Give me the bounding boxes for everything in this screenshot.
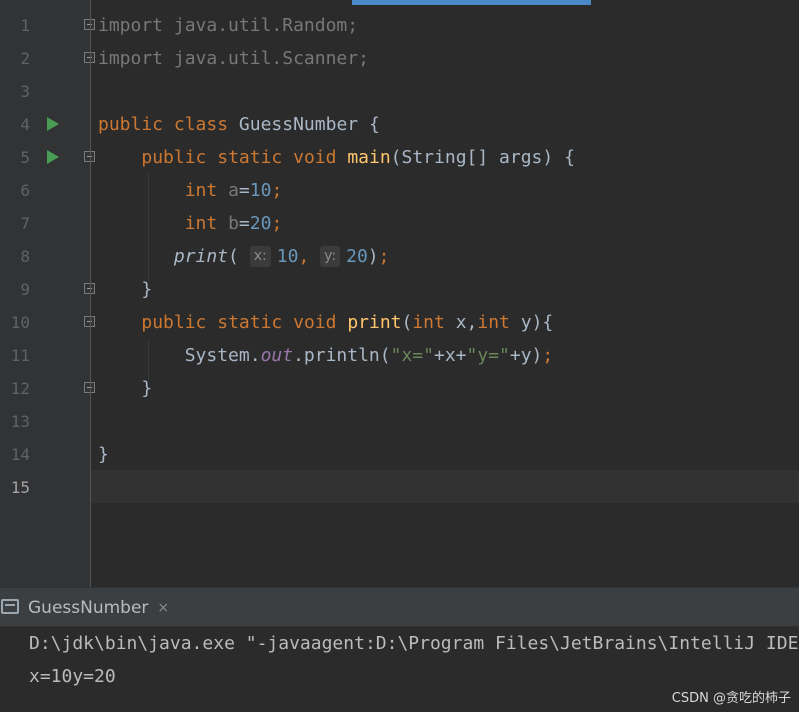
code-line-1: import java.util.Random; (98, 9, 575, 42)
keyword: static (217, 312, 283, 333)
static-field: out (260, 345, 294, 366)
keyword: class (173, 114, 229, 135)
semicolon: ; (271, 180, 283, 201)
editor-gutter: 1 2 3 4 5 6 7 8 9 10 11 12 13 14 15 (0, 0, 95, 587)
method-params: (String[] args) { (390, 147, 575, 168)
brace: { (368, 114, 380, 135)
code-line-9: } (98, 273, 575, 306)
editor-scroll-indicator[interactable] (352, 0, 591, 5)
line-number: 2 (20, 49, 30, 68)
code-area[interactable]: import java.util.Random; import java.uti… (98, 9, 575, 504)
expression: +y) (509, 345, 543, 366)
brace: } (98, 444, 109, 465)
paren: ) (367, 246, 379, 267)
line-number: 8 (20, 247, 30, 266)
keyword: static (217, 147, 283, 168)
type-keyword: int (184, 180, 218, 201)
console-icon (1, 599, 19, 614)
param-hint-y: y: (320, 246, 341, 267)
run-tab-guessnumber[interactable]: GuessNumber × (0, 588, 177, 627)
semicolon: ; (271, 213, 283, 234)
string-literal: "y=" (466, 345, 510, 366)
keyword: public (98, 114, 164, 135)
method-name: print (347, 312, 402, 333)
number-literal: 10 (276, 246, 299, 267)
import-path: java.util.Random; (163, 15, 359, 36)
method-name: main (347, 147, 391, 168)
operator: = (238, 213, 250, 234)
line-number: 6 (20, 181, 30, 200)
type-keyword: int (412, 312, 445, 333)
number-literal: 10 (249, 180, 272, 201)
code-line-12: } (98, 372, 575, 405)
number-literal: 20 (346, 246, 368, 267)
keyword: void (293, 147, 337, 168)
variable-name: b (228, 213, 239, 234)
class-name: GuessNumber (238, 114, 359, 135)
line-number-current: 15 (10, 478, 30, 497)
semicolon: ; (542, 345, 554, 366)
code-editor[interactable]: 1 2 3 4 5 6 7 8 9 10 11 12 13 14 15 impo… (0, 0, 799, 587)
import-keyword: import (98, 15, 164, 36)
semicolon: ; (378, 246, 390, 267)
line-number: 7 (20, 214, 30, 233)
line-number: 4 (20, 115, 30, 134)
string-literal: "x=" (390, 345, 434, 366)
brace: } (141, 279, 153, 300)
expression: +x+ (433, 345, 467, 366)
code-line-4: public class GuessNumber { (98, 108, 575, 141)
variable-name: a (228, 180, 239, 201)
paren: ( (401, 312, 413, 333)
code-line-10: public static void print(int x,int y){ (98, 306, 575, 339)
code-line-8: print( x: 10, y: 20); (98, 240, 575, 273)
operator: = (238, 180, 250, 201)
console-output[interactable]: D:\jdk\bin\java.exe "-javaagent:D:\Progr… (0, 627, 799, 712)
run-tab-label: GuessNumber (28, 597, 149, 618)
number-literal: 20 (249, 213, 272, 234)
import-path: java.util.Scanner; (163, 48, 369, 69)
run-class-icon[interactable] (47, 117, 59, 131)
brace: } (141, 378, 153, 399)
line-number: 11 (10, 346, 30, 365)
close-icon[interactable]: × (157, 600, 169, 616)
code-line-5: public static void main(String[] args) { (98, 141, 575, 174)
class-ref: System. (184, 345, 261, 366)
line-number: 9 (20, 280, 30, 299)
method-ref: .println( (293, 345, 391, 366)
code-line-7: int b=20; (98, 207, 575, 240)
code-line-6: int a=10; (98, 174, 575, 207)
type-keyword: int (184, 213, 218, 234)
line-number: 14 (10, 445, 30, 464)
type-keyword: int (477, 312, 510, 333)
method-call: print (173, 246, 229, 267)
code-line-2: import java.util.Scanner; (98, 42, 575, 75)
run-main-icon[interactable] (47, 150, 59, 164)
param: x, (444, 312, 478, 333)
line-number: 12 (10, 379, 30, 398)
param: y){ (509, 312, 554, 333)
code-line-14: } (98, 438, 575, 471)
line-number: 3 (20, 82, 30, 101)
import-keyword: import (98, 48, 164, 69)
line-number: 13 (10, 412, 30, 431)
line-number: 5 (20, 148, 30, 167)
run-tool-header: GuessNumber × (0, 587, 799, 627)
line-numbers: 1 2 3 4 5 6 7 8 9 10 11 12 13 14 15 (0, 9, 32, 504)
keyword: public (141, 147, 207, 168)
run-tool-window: GuessNumber × D:\jdk\bin\java.exe "-java… (0, 587, 799, 712)
keyword: void (293, 312, 337, 333)
paren: ( (228, 246, 239, 267)
comma: , (298, 246, 310, 267)
code-line-11: System.out.println("x="+x+"y="+y); (98, 339, 575, 372)
keyword: public (141, 312, 207, 333)
param-hint-x: x: (249, 246, 271, 267)
line-number: 10 (10, 313, 30, 332)
console-line-command: D:\jdk\bin\java.exe "-javaagent:D:\Progr… (29, 633, 799, 654)
line-number: 1 (20, 16, 30, 35)
console-line-result: x=10y=20 (29, 666, 116, 687)
watermark: CSDN @贪吃的柿子 (671, 691, 791, 706)
